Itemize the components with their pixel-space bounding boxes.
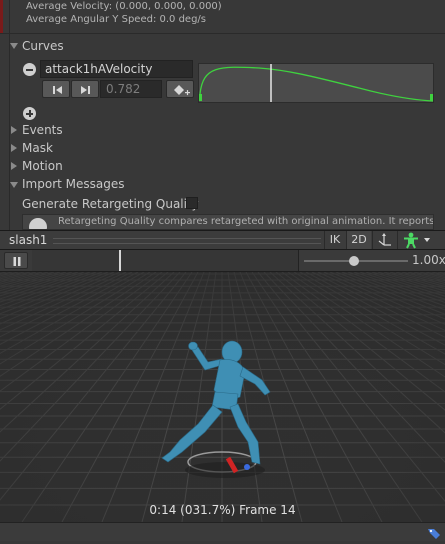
curve-value-field[interactable]: 0.782	[100, 80, 162, 98]
events-foldout[interactable]: Events	[22, 123, 63, 137]
average-angular-speed-text: Average Angular Y Speed: 0.0 deg/s	[26, 14, 206, 25]
preview-viewport[interactable]: 0:14 (031.7%) Frame 14	[0, 272, 445, 522]
pivot-toggle[interactable]	[372, 231, 396, 249]
import-messages-foldout-arrow[interactable]	[10, 182, 18, 188]
avatar-icon	[404, 232, 430, 249]
add-key-button[interactable]	[166, 80, 194, 98]
motion-foldout[interactable]: Motion	[22, 159, 63, 173]
help-box: Retargeting Quality compares retargeted …	[22, 214, 434, 230]
root-gizmo-blue	[244, 464, 250, 470]
curve-graph	[199, 64, 434, 102]
chevron-right-icon	[11, 144, 17, 152]
frame-info-label: 0:14 (031.7%) Frame 14	[149, 503, 296, 517]
error-edge-strip	[0, 0, 3, 34]
tag-icon	[428, 529, 440, 539]
previous-key-button[interactable]	[42, 80, 70, 98]
help-text: Retargeting Quality compares retargeted …	[58, 216, 434, 227]
speed-slider-thumb[interactable]	[349, 256, 359, 266]
clip-name-label: slash1	[9, 233, 48, 247]
shadow	[185, 462, 265, 478]
next-key-icon	[81, 86, 90, 94]
avatar-dropdown[interactable]	[397, 231, 433, 249]
pause-button[interactable]	[4, 252, 28, 269]
previous-key-icon	[53, 86, 62, 94]
bottom-status-bar	[0, 522, 445, 541]
toolbar-drag-handle[interactable]	[53, 238, 321, 244]
2d-toggle[interactable]: 2D	[346, 231, 371, 249]
indent-line	[9, 0, 10, 230]
speed-value: 1.00x	[412, 253, 445, 267]
chevron-right-icon	[11, 162, 17, 170]
ik-toggle[interactable]: IK	[324, 231, 345, 249]
events-foldout-arrow[interactable]	[11, 126, 17, 134]
scene-render	[0, 272, 445, 522]
curve-preview[interactable]	[198, 63, 434, 103]
mask-foldout-arrow[interactable]	[11, 144, 17, 152]
pause-icon	[13, 257, 21, 266]
preview-toolbar: slash1 IK 2D	[0, 230, 445, 250]
asset-label-button[interactable]	[426, 525, 442, 539]
playhead[interactable]	[119, 250, 121, 271]
average-velocity-text: Average Velocity: (0.000, 0.000, 0.000)	[26, 1, 222, 12]
retargeting-quality-checkbox[interactable]	[186, 197, 198, 209]
remove-curve-button[interactable]	[23, 63, 36, 76]
next-key-button[interactable]	[71, 80, 99, 98]
timeline-bar: 1.00x	[0, 250, 445, 272]
pivot-icon	[378, 233, 391, 246]
add-keyframe-icon	[174, 85, 190, 96]
timeline-scrubber[interactable]	[32, 250, 298, 271]
divider	[298, 250, 299, 271]
import-messages-foldout[interactable]: Import Messages	[22, 177, 125, 191]
add-curve-button[interactable]	[23, 107, 36, 120]
mask-foldout[interactable]: Mask	[22, 141, 53, 155]
divider	[0, 33, 445, 34]
motion-foldout-arrow[interactable]	[11, 162, 17, 170]
chevron-down-icon	[10, 43, 18, 49]
curve-name-field[interactable]: attack1hAVelocity	[40, 60, 193, 78]
inspector-panel: Average Velocity: (0.000, 0.000, 0.000) …	[0, 0, 445, 230]
curves-foldout-label[interactable]: Curves	[22, 39, 64, 53]
chevron-down-icon	[10, 182, 18, 188]
curves-foldout[interactable]	[10, 43, 18, 49]
info-icon	[29, 218, 47, 229]
minus-icon	[26, 69, 33, 71]
retargeting-quality-label: Generate Retargeting Quality	[22, 197, 199, 211]
chevron-right-icon	[11, 126, 17, 134]
